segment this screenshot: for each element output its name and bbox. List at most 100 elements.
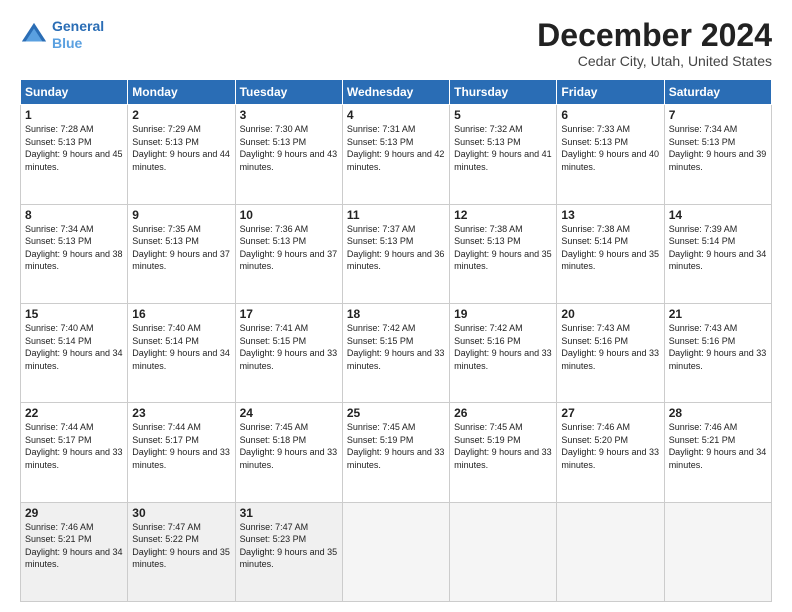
calendar-header-monday: Monday (128, 80, 235, 105)
day-info: Sunrise: 7:45 AMSunset: 5:18 PMDaylight:… (240, 422, 338, 470)
calendar-cell: 26Sunrise: 7:45 AMSunset: 5:19 PMDayligh… (450, 403, 557, 502)
logo: General Blue (20, 18, 104, 52)
calendar-header-wednesday: Wednesday (342, 80, 449, 105)
day-info: Sunrise: 7:46 AMSunset: 5:20 PMDaylight:… (561, 422, 659, 470)
calendar-cell: 20 Sunrise: 7:43 AMSunset: 5:16 PMDayligh… (557, 303, 664, 402)
calendar-cell: 19 Sunrise: 7:42 AMSunset: 5:16 PMDayligh… (450, 303, 557, 402)
day-info: Sunrise: 7:36 AMSunset: 5:13 PMDaylight:… (240, 224, 338, 272)
day-info: Sunrise: 7:44 AMSunset: 5:17 PMDaylight:… (25, 422, 123, 470)
day-info: Sunrise: 7:35 AMSunset: 5:13 PMDaylight:… (132, 224, 230, 272)
day-number: 20 (561, 307, 659, 321)
day-info: Sunrise: 7:38 AMSunset: 5:14 PMDaylight:… (561, 224, 659, 272)
day-info: Sunrise: 7:39 AMSunset: 5:14 PMDaylight:… (669, 224, 767, 272)
day-number: 30 (132, 506, 230, 520)
day-number: 19 (454, 307, 552, 321)
calendar-cell (557, 502, 664, 601)
day-number: 23 (132, 406, 230, 420)
calendar-cell (664, 502, 771, 601)
day-number: 29 (25, 506, 123, 520)
logo-text: General Blue (52, 18, 104, 52)
calendar-cell: 7Sunrise: 7:34 AMSunset: 5:13 PMDaylight… (664, 105, 771, 204)
calendar-cell: 27Sunrise: 7:46 AMSunset: 5:20 PMDayligh… (557, 403, 664, 502)
day-info: Sunrise: 7:41 AMSunset: 5:15 PMDaylight:… (240, 323, 338, 371)
day-info: Sunrise: 7:43 AMSunset: 5:16 PMDaylight:… (561, 323, 659, 371)
day-info: Sunrise: 7:44 AMSunset: 5:17 PMDaylight:… (132, 422, 230, 470)
header: General Blue December 2024 Cedar City, U… (20, 18, 772, 69)
calendar-cell: 2 Sunrise: 7:29 AMSunset: 5:13 PMDaylight… (128, 105, 235, 204)
calendar-cell (342, 502, 449, 601)
page: General Blue December 2024 Cedar City, U… (0, 0, 792, 612)
day-number: 18 (347, 307, 445, 321)
day-info: Sunrise: 7:29 AMSunset: 5:13 PMDaylight:… (132, 124, 230, 172)
calendar-header-friday: Friday (557, 80, 664, 105)
calendar-cell: 4Sunrise: 7:31 AMSunset: 5:13 PMDaylight… (342, 105, 449, 204)
day-number: 24 (240, 406, 338, 420)
day-info: Sunrise: 7:40 AMSunset: 5:14 PMDaylight:… (132, 323, 230, 371)
day-info: Sunrise: 7:30 AMSunset: 5:13 PMDaylight:… (240, 124, 338, 172)
day-number: 13 (561, 208, 659, 222)
calendar-cell: 25 Sunrise: 7:45 AMSunset: 5:19 PMDayligh… (342, 403, 449, 502)
day-info: Sunrise: 7:40 AMSunset: 5:14 PMDaylight:… (25, 323, 123, 371)
calendar-week-2: 8Sunrise: 7:34 AMSunset: 5:13 PMDaylight… (21, 204, 772, 303)
calendar-header-tuesday: Tuesday (235, 80, 342, 105)
day-number: 10 (240, 208, 338, 222)
day-number: 21 (669, 307, 767, 321)
day-info: Sunrise: 7:32 AMSunset: 5:13 PMDaylight:… (454, 124, 552, 172)
calendar-cell: 6 Sunrise: 7:33 AMSunset: 5:13 PMDaylight… (557, 105, 664, 204)
day-info: Sunrise: 7:38 AMSunset: 5:13 PMDaylight:… (454, 224, 552, 272)
calendar-cell: 13 Sunrise: 7:38 AMSunset: 5:14 PMDayligh… (557, 204, 664, 303)
day-number: 14 (669, 208, 767, 222)
calendar-cell: 24 Sunrise: 7:45 AMSunset: 5:18 PMDayligh… (235, 403, 342, 502)
calendar-cell: 29 Sunrise: 7:46 AMSunset: 5:21 PMDayligh… (21, 502, 128, 601)
day-number: 31 (240, 506, 338, 520)
day-info: Sunrise: 7:33 AMSunset: 5:13 PMDaylight:… (561, 124, 659, 172)
day-number: 3 (240, 108, 338, 122)
calendar-cell: 8Sunrise: 7:34 AMSunset: 5:13 PMDaylight… (21, 204, 128, 303)
calendar-cell: 12 Sunrise: 7:38 AMSunset: 5:13 PMDayligh… (450, 204, 557, 303)
day-number: 5 (454, 108, 552, 122)
day-number: 6 (561, 108, 659, 122)
calendar-week-4: 22 Sunrise: 7:44 AMSunset: 5:17 PMDayligh… (21, 403, 772, 502)
day-number: 17 (240, 307, 338, 321)
calendar-cell: 1 Sunrise: 7:28 AMSunset: 5:13 PMDaylight… (21, 105, 128, 204)
day-number: 16 (132, 307, 230, 321)
day-number: 25 (347, 406, 445, 420)
calendar-cell: 17 Sunrise: 7:41 AMSunset: 5:15 PMDayligh… (235, 303, 342, 402)
day-number: 15 (25, 307, 123, 321)
calendar-cell (450, 502, 557, 601)
day-info: Sunrise: 7:31 AMSunset: 5:13 PMDaylight:… (347, 124, 445, 172)
calendar-cell: 23 Sunrise: 7:44 AMSunset: 5:17 PMDayligh… (128, 403, 235, 502)
day-number: 22 (25, 406, 123, 420)
day-info: Sunrise: 7:42 AMSunset: 5:16 PMDaylight:… (454, 323, 552, 371)
calendar-cell: 21Sunrise: 7:43 AMSunset: 5:16 PMDayligh… (664, 303, 771, 402)
calendar-header-row: SundayMondayTuesdayWednesdayThursdayFrid… (21, 80, 772, 105)
day-info: Sunrise: 7:47 AMSunset: 5:22 PMDaylight:… (132, 522, 230, 570)
calendar-cell: 5 Sunrise: 7:32 AMSunset: 5:13 PMDaylight… (450, 105, 557, 204)
calendar-cell: 30 Sunrise: 7:47 AMSunset: 5:22 PMDayligh… (128, 502, 235, 601)
calendar-cell: 3 Sunrise: 7:30 AMSunset: 5:13 PMDaylight… (235, 105, 342, 204)
day-number: 1 (25, 108, 123, 122)
calendar-week-5: 29 Sunrise: 7:46 AMSunset: 5:21 PMDayligh… (21, 502, 772, 601)
day-info: Sunrise: 7:45 AMSunset: 5:19 PMDaylight:… (347, 422, 445, 470)
day-info: Sunrise: 7:42 AMSunset: 5:15 PMDaylight:… (347, 323, 445, 371)
calendar-cell: 18 Sunrise: 7:42 AMSunset: 5:15 PMDayligh… (342, 303, 449, 402)
day-number: 11 (347, 208, 445, 222)
calendar-week-3: 15 Sunrise: 7:40 AMSunset: 5:14 PMDayligh… (21, 303, 772, 402)
day-info: Sunrise: 7:28 AMSunset: 5:13 PMDaylight:… (25, 124, 123, 172)
calendar-cell: 14 Sunrise: 7:39 AMSunset: 5:14 PMDayligh… (664, 204, 771, 303)
day-number: 8 (25, 208, 123, 222)
day-info: Sunrise: 7:46 AMSunset: 5:21 PMDaylight:… (25, 522, 123, 570)
calendar-cell: 22 Sunrise: 7:44 AMSunset: 5:17 PMDayligh… (21, 403, 128, 502)
day-info: Sunrise: 7:47 AMSunset: 5:23 PMDaylight:… (240, 522, 338, 570)
day-number: 12 (454, 208, 552, 222)
day-number: 28 (669, 406, 767, 420)
calendar-cell: 15 Sunrise: 7:40 AMSunset: 5:14 PMDayligh… (21, 303, 128, 402)
day-number: 26 (454, 406, 552, 420)
logo-icon (20, 21, 48, 49)
calendar-cell: 11Sunrise: 7:37 AMSunset: 5:13 PMDayligh… (342, 204, 449, 303)
day-number: 2 (132, 108, 230, 122)
calendar-header-saturday: Saturday (664, 80, 771, 105)
day-info: Sunrise: 7:34 AMSunset: 5:13 PMDaylight:… (669, 124, 767, 172)
day-number: 9 (132, 208, 230, 222)
calendar-cell: 28Sunrise: 7:46 AMSunset: 5:21 PMDayligh… (664, 403, 771, 502)
